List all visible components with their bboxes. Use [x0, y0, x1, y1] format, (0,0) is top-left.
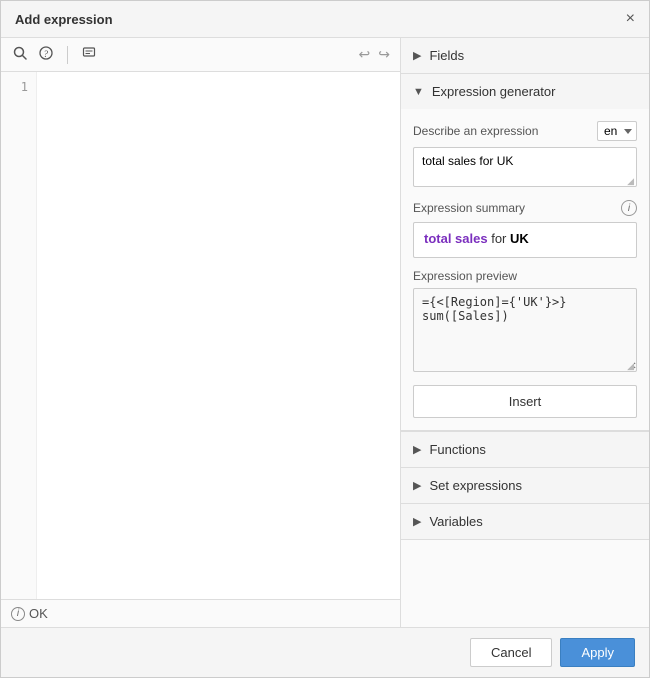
editor-footer: i OK — [1, 599, 400, 627]
preview-wrapper: ={<[Region]={'UK'}>} sum([Sales]) — [413, 288, 637, 375]
variables-section-header[interactable]: ▶ Variables — [401, 504, 649, 539]
fields-section-header[interactable]: ▶ Fields — [401, 38, 649, 73]
variables-section: ▶ Variables — [401, 504, 649, 540]
describe-label: Describe an expression — [413, 124, 538, 138]
dialog-footer: Cancel Apply — [1, 627, 649, 677]
svg-text:?: ? — [44, 49, 49, 59]
describe-row: Describe an expression en fr de — [413, 121, 637, 141]
left-panel: ? ↩ ↪ 1 — [1, 38, 401, 627]
help-icon[interactable]: ? — [37, 44, 55, 65]
close-button[interactable]: × — [626, 11, 635, 27]
functions-section: ▶ Functions — [401, 432, 649, 468]
expression-summary-label: Expression summary — [413, 201, 525, 215]
add-expression-dialog: Add expression × ? — [0, 0, 650, 678]
undo-icon[interactable]: ↩ — [359, 46, 371, 63]
comment-icon[interactable] — [80, 44, 98, 65]
redo-icon[interactable]: ↪ — [378, 46, 390, 63]
expression-preview-label: Expression preview — [413, 269, 517, 283]
functions-arrow: ▶ — [413, 443, 421, 456]
dialog-body: ? ↩ ↪ 1 — [1, 38, 649, 627]
apply-button[interactable]: Apply — [560, 638, 635, 667]
set-expressions-section: ▶ Set expressions — [401, 468, 649, 504]
dialog-header: Add expression × — [1, 1, 649, 38]
ok-button-area[interactable]: i OK — [11, 606, 48, 621]
editor-toolbar: ? ↩ ↪ — [1, 38, 400, 72]
expression-preview-label-row: Expression preview — [413, 268, 637, 283]
right-panel: ▶ Fields ▼ Expression generator Describe… — [401, 38, 649, 627]
fields-section: ▶ Fields — [401, 38, 649, 74]
expression-summary-box: total sales for UK — [413, 222, 637, 258]
summary-part3: UK — [510, 231, 529, 246]
functions-section-header[interactable]: ▶ Functions — [401, 432, 649, 467]
variables-label: Variables — [429, 514, 482, 529]
variables-arrow: ▶ — [413, 515, 421, 528]
editor-area: 1 — [1, 72, 400, 599]
set-expressions-label: Set expressions — [429, 478, 522, 493]
toolbar-separator — [67, 46, 68, 64]
expression-generator-section: ▼ Expression generator Describe an expre… — [401, 74, 649, 432]
summary-text: total sales for UK — [424, 231, 529, 246]
set-expressions-header[interactable]: ▶ Set expressions — [401, 468, 649, 503]
expression-generator-header[interactable]: ▼ Expression generator — [401, 74, 649, 109]
set-expressions-arrow: ▶ — [413, 479, 421, 492]
expression-generator-body: Describe an expression en fr de total sa… — [401, 109, 649, 431]
fields-label: Fields — [429, 48, 464, 63]
line-number-1: 1 — [1, 80, 28, 94]
expression-summary-row: Expression summary i — [413, 200, 637, 216]
expression-summary-info-btn[interactable]: i — [621, 200, 637, 216]
search-icon[interactable] — [11, 44, 29, 65]
summary-part1: total sales — [424, 231, 488, 246]
lang-select[interactable]: en fr de — [597, 121, 637, 141]
insert-button[interactable]: Insert — [413, 385, 637, 418]
line-numbers: 1 — [1, 72, 37, 599]
code-editor[interactable] — [37, 72, 400, 599]
summary-part2: for — [488, 231, 510, 246]
cancel-button[interactable]: Cancel — [470, 638, 552, 667]
eg-label: Expression generator — [432, 84, 556, 99]
eg-arrow: ▼ — [413, 86, 424, 98]
info-icon: i — [11, 607, 25, 621]
dialog-title: Add expression — [15, 12, 113, 27]
ok-label[interactable]: OK — [29, 606, 48, 621]
describe-textarea[interactable]: total sales for UK — [413, 147, 637, 187]
functions-label: Functions — [429, 442, 485, 457]
fields-arrow: ▶ — [413, 49, 421, 62]
describe-wrapper: total sales for UK — [413, 147, 637, 190]
preview-textarea[interactable]: ={<[Region]={'UK'}>} sum([Sales]) — [413, 288, 637, 372]
